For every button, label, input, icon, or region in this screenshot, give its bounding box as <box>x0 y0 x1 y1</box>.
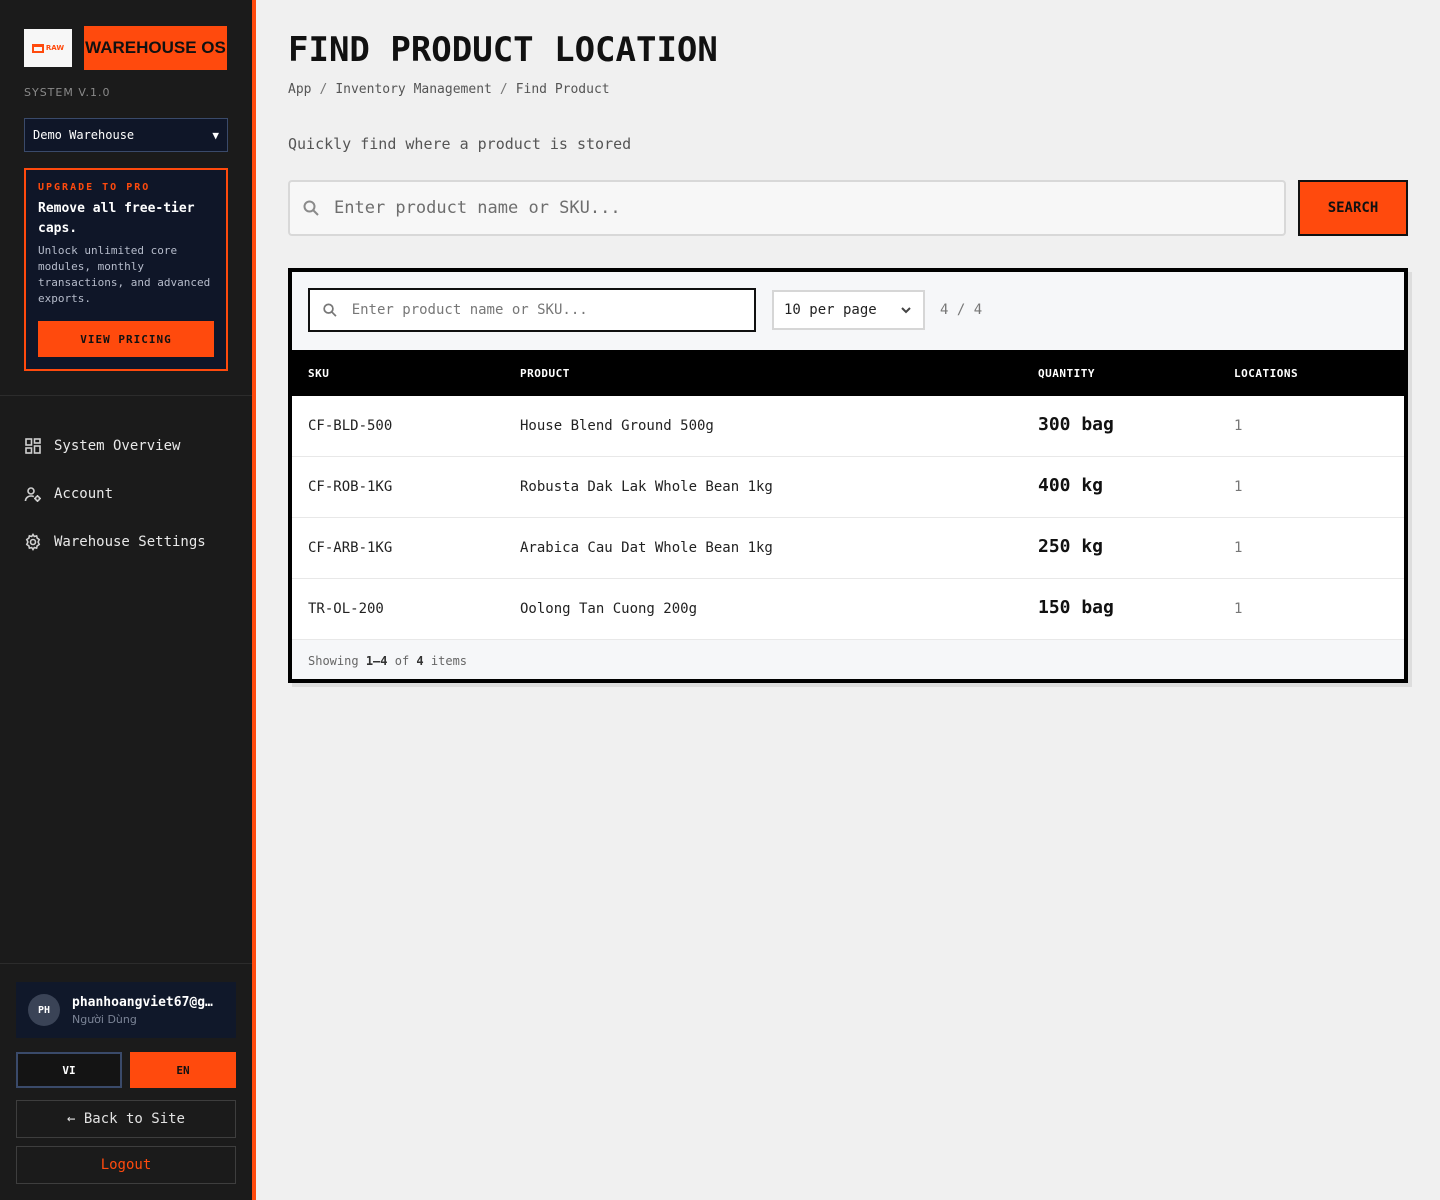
cell-sku: CF-BLD-500 <box>308 418 393 434</box>
cell-quantity: 150 bag <box>1038 597 1114 618</box>
sidebar-item-label: System Overview <box>54 438 181 454</box>
column-header-sku[interactable]: SKU <box>308 367 329 380</box>
upgrade-description: Unlock unlimited core modules, monthly t… <box>38 244 211 305</box>
version-label: SYSTEM V.1.0 <box>24 86 111 99</box>
page-title: FIND PRODUCT LOCATION <box>288 30 718 70</box>
warehouse-logo-icon <box>31 43 44 53</box>
avatar: PH <box>28 994 60 1026</box>
column-header-quantity[interactable]: QUANTITY <box>1038 367 1095 380</box>
breadcrumb-current: Find Product <box>515 82 610 97</box>
user-email: phanhoangviet67@g… <box>72 994 213 1010</box>
product-search-box[interactable] <box>288 180 1286 236</box>
cell-locations[interactable]: 1 <box>1234 418 1242 434</box>
result-counter: 4 / 4 <box>940 302 983 318</box>
caret-down-icon: ▼ <box>212 128 219 142</box>
table-row[interactable]: TR-OL-200 Oolong Tan Cuong 200g 150 bag … <box>292 579 1404 640</box>
page-subtitle: Quickly find where a product is stored <box>288 135 632 153</box>
user-role: Người Dùng <box>72 1012 137 1026</box>
cell-product: Oolong Tan Cuong 200g <box>520 601 698 617</box>
column-header-product[interactable]: PRODUCT <box>520 367 570 380</box>
upgrade-banner: UPGRADE TO PRO Remove all free-tier caps… <box>24 168 228 371</box>
table-row[interactable]: CF-BLD-500 House Blend Ground 500g 300 b… <box>292 396 1404 457</box>
upgrade-tag: UPGRADE TO PRO <box>38 182 151 193</box>
back-to-site-button[interactable]: ← Back to Site <box>16 1100 236 1138</box>
user-card[interactable]: PH phanhoangviet67@g… Người Dùng <box>16 982 236 1038</box>
table-row[interactable]: CF-ROB-1KG Robusta Dak Lak Whole Bean 1k… <box>292 457 1404 518</box>
footer-total: 4 <box>416 654 424 668</box>
column-header-locations[interactable]: LOCATIONS <box>1234 367 1298 380</box>
logo-text: RAW <box>45 43 65 52</box>
table-toolbar: 10 per page 4 / 4 <box>292 272 1404 350</box>
gear-icon <box>25 533 41 551</box>
table-filter-input[interactable] <box>349 301 742 319</box>
divider <box>0 395 252 396</box>
search-icon <box>323 303 337 317</box>
table-footer: Showing 1–4 of 4 items <box>292 640 1404 679</box>
sidebar-item-warehouse-settings[interactable]: Warehouse Settings <box>24 518 206 566</box>
dashboard-icon <box>25 438 41 454</box>
cell-locations[interactable]: 1 <box>1234 479 1242 495</box>
sidebar-item-system-overview[interactable]: System Overview <box>24 422 206 470</box>
per-page-value: 10 per page <box>784 302 877 318</box>
sidebar-item-label: Account <box>54 486 114 502</box>
chevron-down-icon <box>901 307 911 314</box>
breadcrumb-inventory[interactable]: Inventory Management <box>335 82 492 97</box>
sidebar-accent-border <box>252 0 256 1200</box>
warehouse-select-value: Demo Warehouse <box>33 128 135 142</box>
cell-sku: CF-ARB-1KG <box>308 540 393 556</box>
app-name: WAREHOUSE OS <box>84 26 227 70</box>
footer-of: of <box>394 654 410 668</box>
cell-product: Robusta Dak Lak Whole Bean 1kg <box>520 479 773 495</box>
cell-quantity: 250 kg <box>1038 536 1104 557</box>
cell-sku: CF-ROB-1KG <box>308 479 393 495</box>
upgrade-headline: Remove all free-tier caps. <box>38 201 195 236</box>
lang-en-button[interactable]: EN <box>130 1052 236 1088</box>
search-icon <box>303 200 319 216</box>
breadcrumb-app[interactable]: App <box>288 82 311 97</box>
divider <box>0 963 252 964</box>
cell-quantity: 400 kg <box>1038 475 1104 496</box>
sidebar-item-label: Warehouse Settings <box>54 534 206 550</box>
table-filter-box[interactable] <box>308 288 756 332</box>
results-table-card: 10 per page 4 / 4 SKU PRODUCT QUANTITY L… <box>288 268 1408 683</box>
logout-button[interactable]: Logout <box>16 1146 236 1184</box>
lang-vi-button[interactable]: VI <box>16 1052 122 1088</box>
search-button[interactable]: SEARCH <box>1298 180 1408 236</box>
view-pricing-button[interactable]: VIEW PRICING <box>38 321 214 357</box>
footer-suffix: items <box>430 654 468 668</box>
table-header: SKU PRODUCT QUANTITY LOCATIONS <box>292 350 1404 396</box>
footer-prefix: Showing <box>308 654 359 668</box>
breadcrumb-separator: / <box>499 82 508 97</box>
cell-product: House Blend Ground 500g <box>520 418 714 434</box>
breadcrumb: App / Inventory Management / Find Produc… <box>288 82 610 97</box>
sidebar: RAW WAREHOUSE OS SYSTEM V.1.0 Demo Wareh… <box>0 0 252 1200</box>
user-meta: phanhoangviet67@g… Người Dùng <box>72 995 224 1026</box>
sidebar-nav: System Overview Account Warehouse Settin… <box>24 422 206 566</box>
cell-locations[interactable]: 1 <box>1234 540 1242 556</box>
brand[interactable]: RAW WAREHOUSE OS <box>24 26 227 70</box>
product-search-input[interactable] <box>332 197 1232 219</box>
per-page-select[interactable]: 10 per page <box>772 290 925 330</box>
logo: RAW <box>24 29 72 67</box>
cell-quantity: 300 bag <box>1038 414 1114 435</box>
cell-product: Arabica Cau Dat Whole Bean 1kg <box>520 540 773 556</box>
breadcrumb-separator: / <box>319 82 328 97</box>
cell-locations[interactable]: 1 <box>1234 601 1242 617</box>
footer-range: 1–4 <box>365 654 388 668</box>
user-settings-icon <box>24 487 41 502</box>
sidebar-item-account[interactable]: Account <box>24 470 206 518</box>
warehouse-select[interactable]: Demo Warehouse ▼ <box>24 118 228 152</box>
table-row[interactable]: CF-ARB-1KG Arabica Cau Dat Whole Bean 1k… <box>292 518 1404 579</box>
cell-sku: TR-OL-200 <box>308 601 384 617</box>
